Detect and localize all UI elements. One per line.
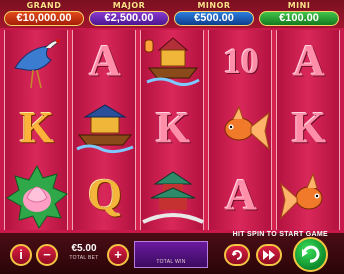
info-icon: i: [19, 247, 23, 262]
turbo-button[interactable]: [256, 244, 282, 266]
lantern-boat-icon: [144, 37, 200, 87]
letter-symbol: A: [293, 36, 325, 85]
letter-symbol: K: [291, 103, 327, 152]
reel-4: 10 A: [208, 30, 272, 230]
jackpot-bar: GRAND €10,000.00 MAJOR €2,500.00 MINOR €…: [0, 0, 344, 28]
letter-symbol: A: [89, 36, 121, 85]
total-win-label: TOTAL WIN: [156, 259, 186, 265]
jackpot-title: MINI: [287, 1, 311, 10]
jackpot-value: €10,000.00: [4, 11, 84, 26]
symbol-a: A: [277, 30, 341, 96]
symbol-lotus: [5, 164, 69, 230]
fast-forward-icon: [263, 250, 275, 260]
total-bet-value: €5.00: [71, 243, 97, 254]
letter-symbol: Q: [87, 170, 123, 219]
symbol-boat: [73, 97, 137, 163]
symbol-crane: [5, 30, 69, 96]
total-bet-label: TOTAL BET: [69, 255, 99, 261]
info-button[interactable]: i: [10, 244, 32, 266]
total-bet-display: €5.00 TOTAL BET: [59, 243, 109, 267]
reel-2: A Q: [72, 30, 136, 230]
bet-decrease-button[interactable]: −: [36, 244, 58, 266]
crane-icon: [14, 39, 60, 89]
symbol-k: K: [141, 97, 205, 163]
letter-symbol: K: [19, 103, 55, 152]
symbol-k: K: [277, 97, 341, 163]
jackpot-title: MINOR: [197, 1, 231, 10]
jackpot-minor: MINOR €500.00: [174, 1, 254, 27]
jackpot-value: €100.00: [259, 11, 339, 26]
symbol-pagoda: [141, 164, 205, 230]
jackpot-title: GRAND: [26, 1, 62, 10]
jackpot-grand: GRAND €10,000.00: [4, 1, 84, 27]
symbol-a: A: [73, 30, 137, 96]
jackpot-mini: MINI €100.00: [259, 1, 339, 27]
jackpot-major: MAJOR €2,500.00: [89, 1, 169, 27]
symbol-goldfish: [277, 164, 341, 230]
boat-icon: [76, 104, 134, 154]
bet-increase-button[interactable]: +: [107, 244, 129, 266]
reel-3: K: [140, 30, 204, 230]
autoplay-button[interactable]: [224, 244, 250, 266]
letter-symbol: K: [155, 103, 191, 152]
spin-icon: [302, 245, 320, 263]
pagoda-icon: [142, 171, 204, 224]
plus-icon: +: [114, 247, 122, 262]
total-win-display: TOTAL WIN: [134, 241, 208, 268]
lotus-icon: [6, 164, 68, 229]
reel-area: K A Q K 10 A A K: [4, 30, 340, 230]
jackpot-value: €2,500.00: [89, 11, 169, 26]
goldfish-icon: [280, 172, 323, 220]
symbol-goldfish: [209, 97, 273, 163]
symbol-q: Q: [73, 164, 137, 230]
letter-symbol: 10: [223, 41, 259, 81]
symbol-lantern-boat: [141, 30, 205, 96]
jackpot-value: €500.00: [174, 11, 254, 26]
symbol-10: 10: [209, 30, 273, 96]
reel-5: A K: [276, 30, 340, 230]
symbol-a: A: [209, 164, 273, 230]
symbol-k: K: [5, 97, 69, 163]
reel-1: K: [4, 30, 68, 230]
spin-button[interactable]: [293, 237, 328, 272]
letter-symbol: A: [225, 170, 257, 219]
minus-icon: −: [43, 247, 51, 262]
autoplay-icon: [232, 250, 242, 260]
goldfish-icon: [224, 105, 270, 151]
jackpot-title: MAJOR: [112, 1, 146, 10]
